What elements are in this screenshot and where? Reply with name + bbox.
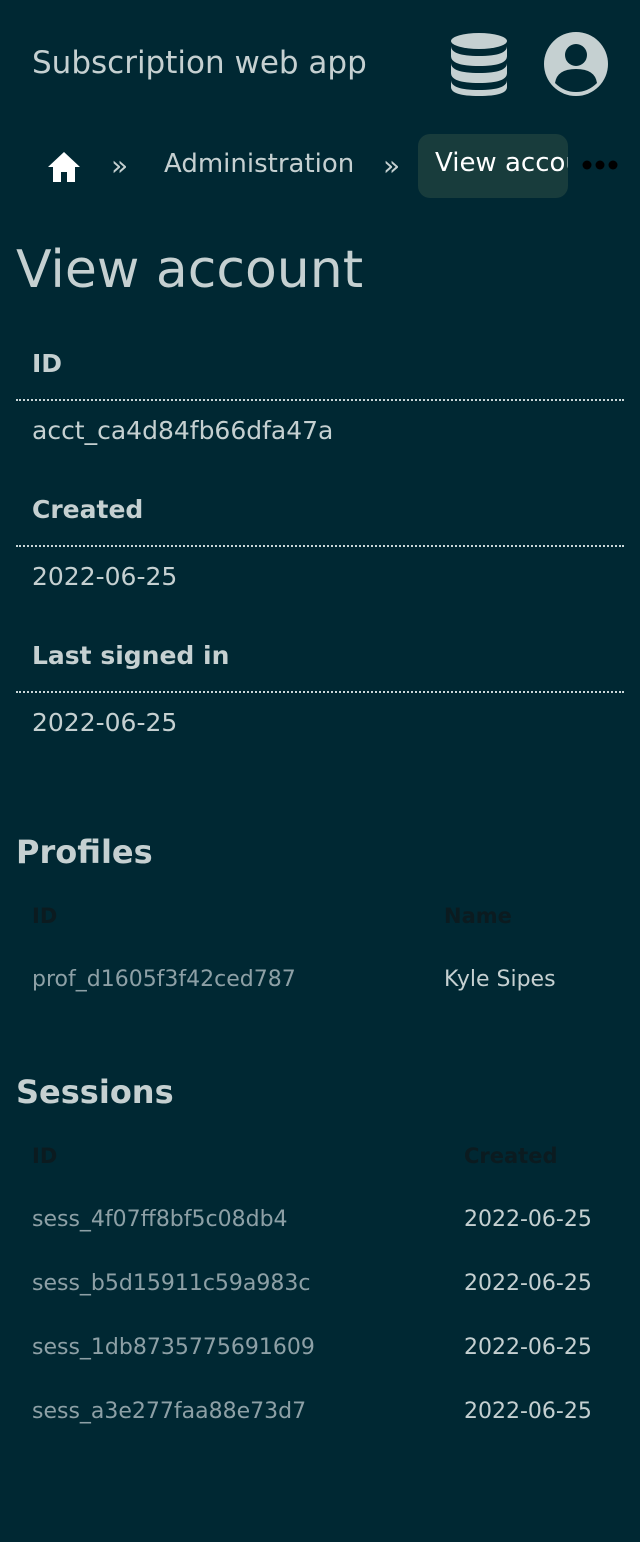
sessions-title: Sessions bbox=[16, 1073, 174, 1111]
divider bbox=[16, 691, 624, 693]
breadcrumb-separator: » bbox=[383, 149, 401, 182]
page-title: View account bbox=[16, 240, 364, 300]
breadcrumb: » Administration » View account bbox=[0, 128, 640, 204]
session-id-link[interactable]: sess_1db8735775691609 bbox=[32, 1332, 315, 1364]
ellipsis-icon[interactable] bbox=[582, 159, 618, 171]
session-id-link[interactable]: sess_4f07ff8bf5c08db4 bbox=[32, 1204, 288, 1236]
field-label-id: ID bbox=[32, 349, 63, 378]
profile-id-link[interactable]: prof_d1605f3f42ced787 bbox=[32, 964, 296, 996]
column-header-created[interactable]: Created bbox=[464, 1141, 558, 1171]
divider bbox=[16, 545, 624, 547]
field-value-last-signed-in: 2022-06-25 bbox=[32, 708, 178, 737]
column-header-id[interactable]: ID bbox=[32, 1141, 57, 1171]
session-created: 2022-06-25 bbox=[464, 1399, 592, 1424]
field-value-id: acct_ca4d84fb66dfa47a bbox=[32, 416, 334, 445]
home-icon[interactable] bbox=[46, 150, 82, 184]
breadcrumb-separator: » bbox=[111, 149, 129, 182]
field-label-created: Created bbox=[32, 495, 144, 524]
session-created: 2022-06-25 bbox=[464, 1335, 592, 1360]
session-id-link[interactable]: sess_a3e277faa88e73d7 bbox=[32, 1396, 306, 1428]
divider bbox=[16, 399, 624, 401]
session-created: 2022-06-25 bbox=[464, 1271, 592, 1296]
field-value-created: 2022-06-25 bbox=[32, 562, 178, 591]
profiles-title: Profiles bbox=[16, 833, 153, 871]
breadcrumb-current-page: View account bbox=[418, 134, 568, 198]
breadcrumb-administration[interactable]: Administration bbox=[164, 142, 354, 186]
session-id-link[interactable]: sess_b5d15911c59a983c bbox=[32, 1268, 311, 1300]
profile-name: Kyle Sipes bbox=[444, 967, 556, 992]
column-header-id[interactable]: ID bbox=[32, 901, 57, 931]
database-icon[interactable] bbox=[446, 31, 512, 97]
user-circle-icon[interactable] bbox=[543, 31, 609, 97]
field-label-last-signed-in: Last signed in bbox=[32, 641, 230, 670]
session-created: 2022-06-25 bbox=[464, 1207, 592, 1232]
column-header-name[interactable]: Name bbox=[444, 901, 512, 931]
app-title[interactable]: Subscription web app bbox=[32, 40, 367, 86]
